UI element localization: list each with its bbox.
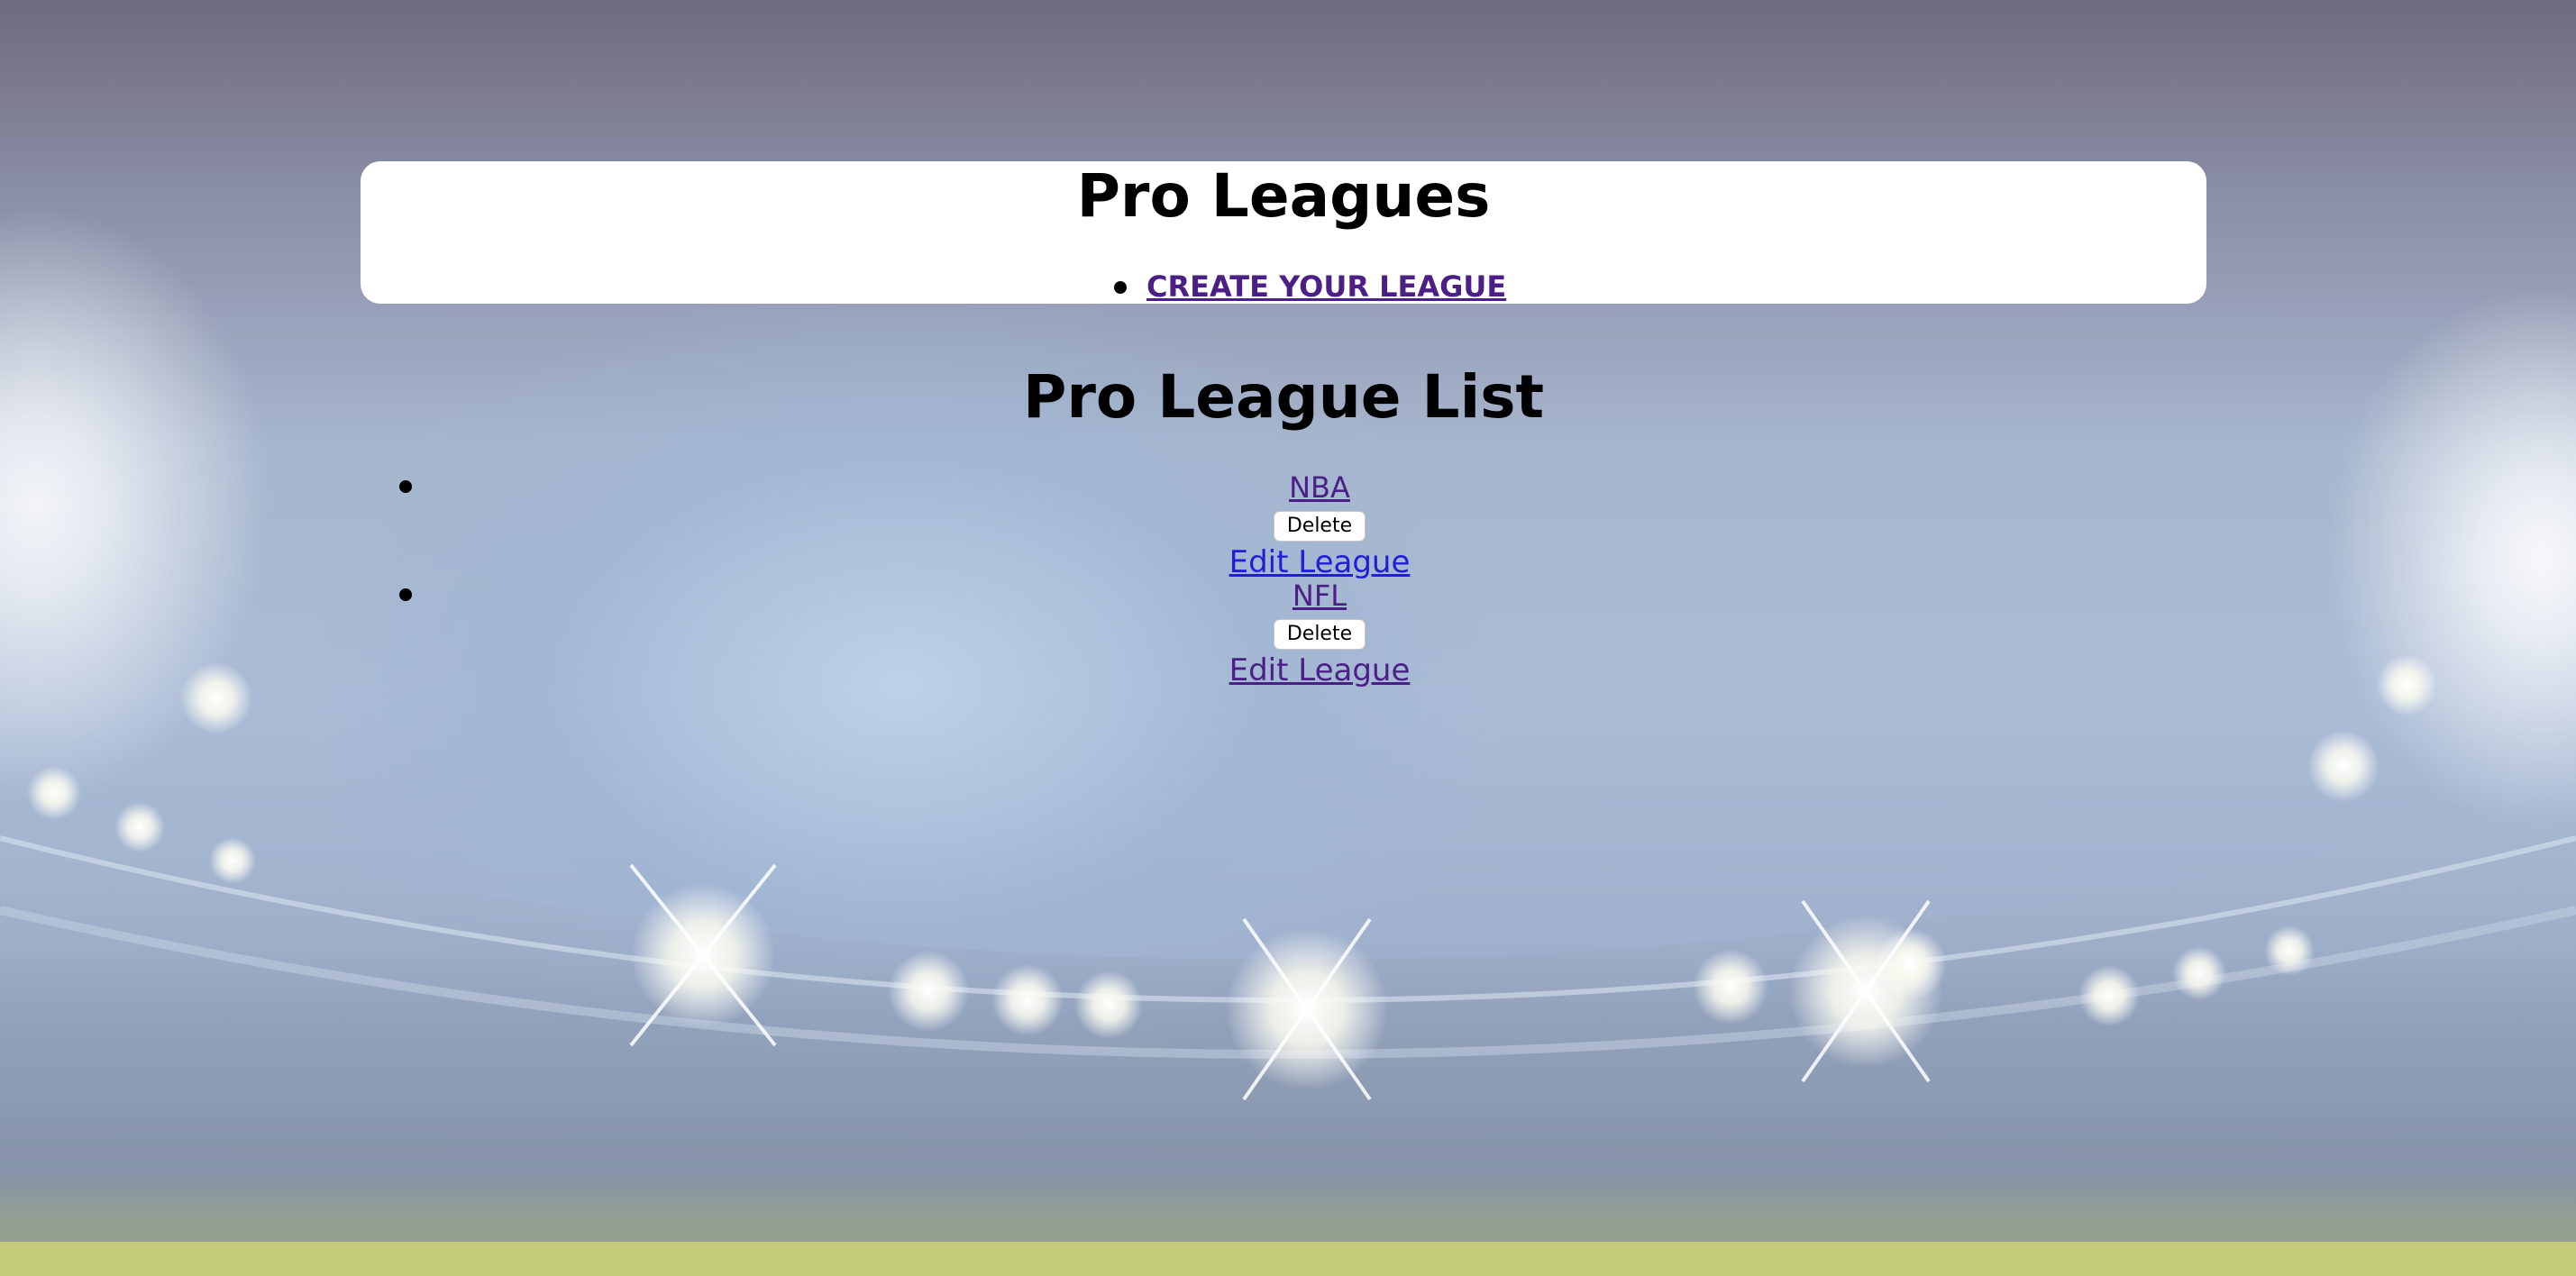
league-entry: NFL Delete Edit League (1139, 572, 1500, 691)
league-name-link[interactable]: NFL (1139, 572, 1500, 619)
site-title: Pro Leagues (1076, 161, 1491, 231)
edit-league-link[interactable]: Edit League (1139, 650, 1500, 691)
list-item: NFL Delete Edit League (0, 572, 2576, 688)
league-entry: NBA Delete Edit League (1139, 464, 1500, 583)
league-list: NBA Delete Edit League NFL Delete Edit L… (0, 464, 2576, 688)
bullet-icon (399, 588, 412, 601)
league-name-link[interactable]: NBA (1139, 464, 1500, 511)
delete-button[interactable]: Delete (1273, 619, 1366, 650)
bullet-icon (399, 480, 412, 493)
league-list-title: Pro League List (1022, 362, 1545, 432)
delete-button[interactable]: Delete (1273, 511, 1366, 542)
nav-item-create: CREATE YOUR LEAGUE (1114, 265, 1506, 308)
create-league-link[interactable]: CREATE YOUR LEAGUE (1146, 269, 1506, 304)
list-item: NBA Delete Edit League (0, 464, 2576, 580)
bullet-icon (1114, 281, 1127, 294)
